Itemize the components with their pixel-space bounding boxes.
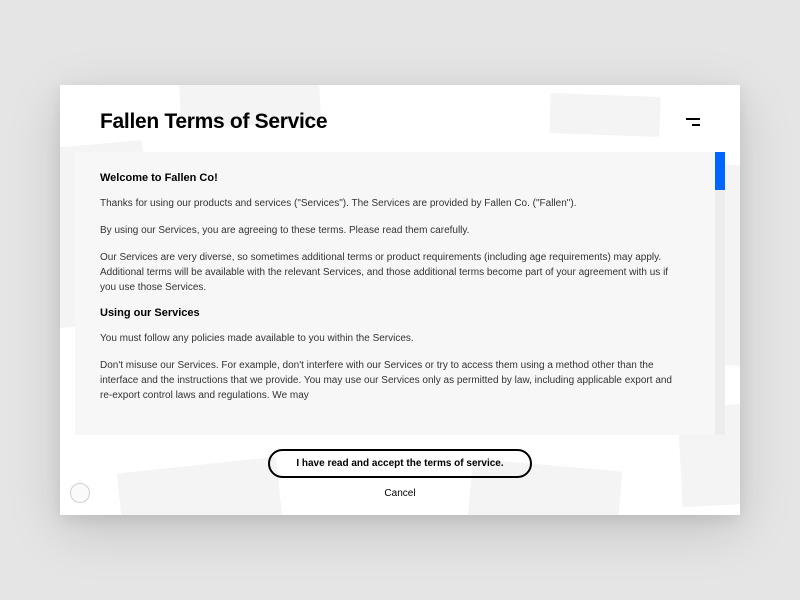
page-title: Fallen Terms of Service bbox=[100, 110, 327, 134]
scrollbar-track[interactable] bbox=[715, 152, 725, 435]
accept-terms-button[interactable]: I have read and accept the terms of serv… bbox=[268, 449, 531, 478]
terms-content[interactable]: Welcome to Fallen Co! Thanks for using o… bbox=[75, 152, 725, 435]
terms-paragraph: Don't misuse our Services. For example, … bbox=[100, 358, 680, 403]
menu-icon[interactable] bbox=[686, 118, 700, 126]
welcome-heading: Welcome to Fallen Co! bbox=[100, 172, 680, 184]
terms-paragraph: Thanks for using our products and servic… bbox=[100, 196, 680, 211]
cancel-button[interactable]: Cancel bbox=[384, 488, 415, 499]
indicator-circle bbox=[70, 483, 90, 503]
terms-modal: Fallen Terms of Service Welcome to Falle… bbox=[60, 85, 740, 515]
using-services-heading: Using our Services bbox=[100, 307, 680, 319]
scrollbar-thumb[interactable] bbox=[715, 152, 725, 190]
terms-paragraph: You must follow any policies made availa… bbox=[100, 331, 680, 346]
content-scroll-area: Welcome to Fallen Co! Thanks for using o… bbox=[75, 152, 725, 435]
modal-footer: I have read and accept the terms of serv… bbox=[60, 435, 740, 515]
terms-paragraph: Our Services are very diverse, so someti… bbox=[100, 250, 680, 295]
fade-overlay bbox=[75, 405, 725, 435]
modal-header: Fallen Terms of Service bbox=[60, 85, 740, 152]
terms-paragraph: By using our Services, you are agreeing … bbox=[100, 223, 680, 238]
